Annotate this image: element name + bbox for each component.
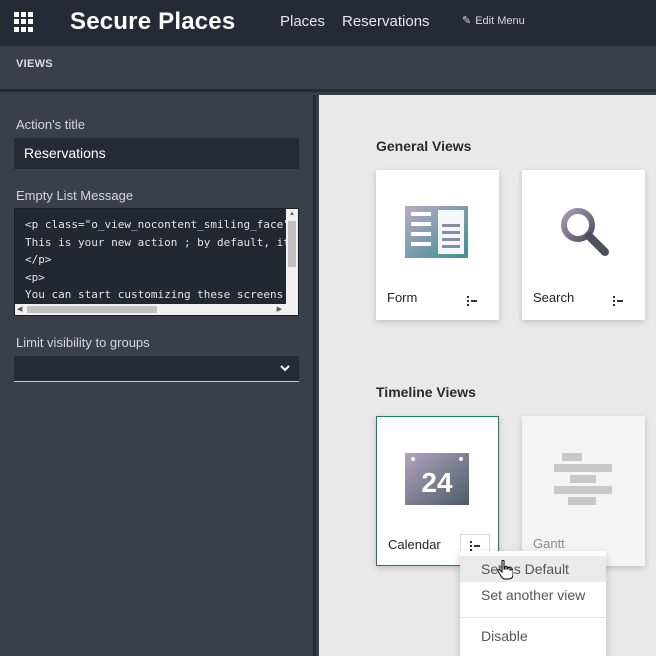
disable-option[interactable]: Disable [460,623,606,649]
calendar-badge: 24 [421,467,453,498]
set-another-view-option[interactable]: Set another view [460,582,606,608]
scroll-right-arrow-icon[interactable]: ▶ [277,305,282,313]
apps-grid-icon[interactable] [14,12,34,32]
dropdown-divider [460,617,606,618]
empty-list-textarea[interactable]: <p class="o_view_nocontent_smiling_face"… [14,208,299,316]
nav-reservations[interactable]: Reservations [342,13,430,30]
timeline-views-title: Timeline Views [376,384,476,400]
properties-sidebar: Action's title Reservations Empty List M… [0,95,316,656]
calendar-icon: 24 [405,453,469,505]
scroll-left-arrow-icon[interactable]: ◀ [17,305,22,313]
gantt-icon [554,453,612,505]
view-card-form[interactable]: Form [376,170,499,320]
edit-menu-link[interactable]: ✎ Edit Menu [462,14,525,27]
view-card-label: Form [387,290,418,305]
code-line: <p> [25,270,45,284]
horizontal-scrollbar[interactable]: ◀ ▶ [15,304,298,315]
set-as-default-option[interactable]: Set as Default [460,556,606,582]
view-card-search[interactable]: Search [522,170,645,320]
general-views-title: General Views [376,138,472,154]
views-label: VIEWS [16,58,53,70]
groups-select[interactable] [14,356,299,382]
pencil-icon: ✎ [462,15,472,27]
vertical-scrollbar[interactable]: ▲ [286,209,298,305]
nav-places[interactable]: Places [280,13,325,30]
code-line: </p> [25,253,52,266]
view-options-icon[interactable] [613,296,625,306]
view-card-gantt[interactable]: Gantt [522,416,645,566]
form-view-icon [405,206,468,258]
top-navbar: Secure Places Places Reservations ✎ Edit … [0,0,656,46]
scrollbar-thumb[interactable] [288,221,296,267]
scrollbar-thumb[interactable] [27,306,157,313]
edit-menu-label: Edit Menu [475,15,525,27]
empty-list-code: <p class="o_view_nocontent_smiling_face"… [25,216,297,304]
code-line: You can start customizing these screens … [25,288,297,301]
view-card-label: Search [533,290,575,305]
code-line: <p class="o_view_nocontent_smiling_face"… [25,218,297,231]
views-breadcrumb-bar: VIEWS [0,46,656,92]
action-title-label: Action's title [16,117,85,132]
hand-cursor-icon [497,560,513,580]
code-line: This is your new action ; by default, it [25,235,290,249]
view-card-label: Calendar [388,537,441,552]
magnifier-icon [561,208,609,256]
view-options-icon[interactable] [467,296,479,306]
empty-list-label: Empty List Message [16,188,134,203]
view-card-label: Gantt [533,536,565,551]
action-title-input[interactable]: Reservations [14,138,299,169]
view-options-icon [470,541,480,551]
chevron-down-icon [280,365,290,372]
view-options-dropdown: Set as Default Set another view Disable [460,551,606,656]
views-panel: General Views Form Search Timeline Views [319,95,656,656]
scroll-up-arrow-icon[interactable]: ▲ [289,211,295,217]
groups-label: Limit visibility to groups [16,335,150,350]
app-title: Secure Places [70,8,236,35]
